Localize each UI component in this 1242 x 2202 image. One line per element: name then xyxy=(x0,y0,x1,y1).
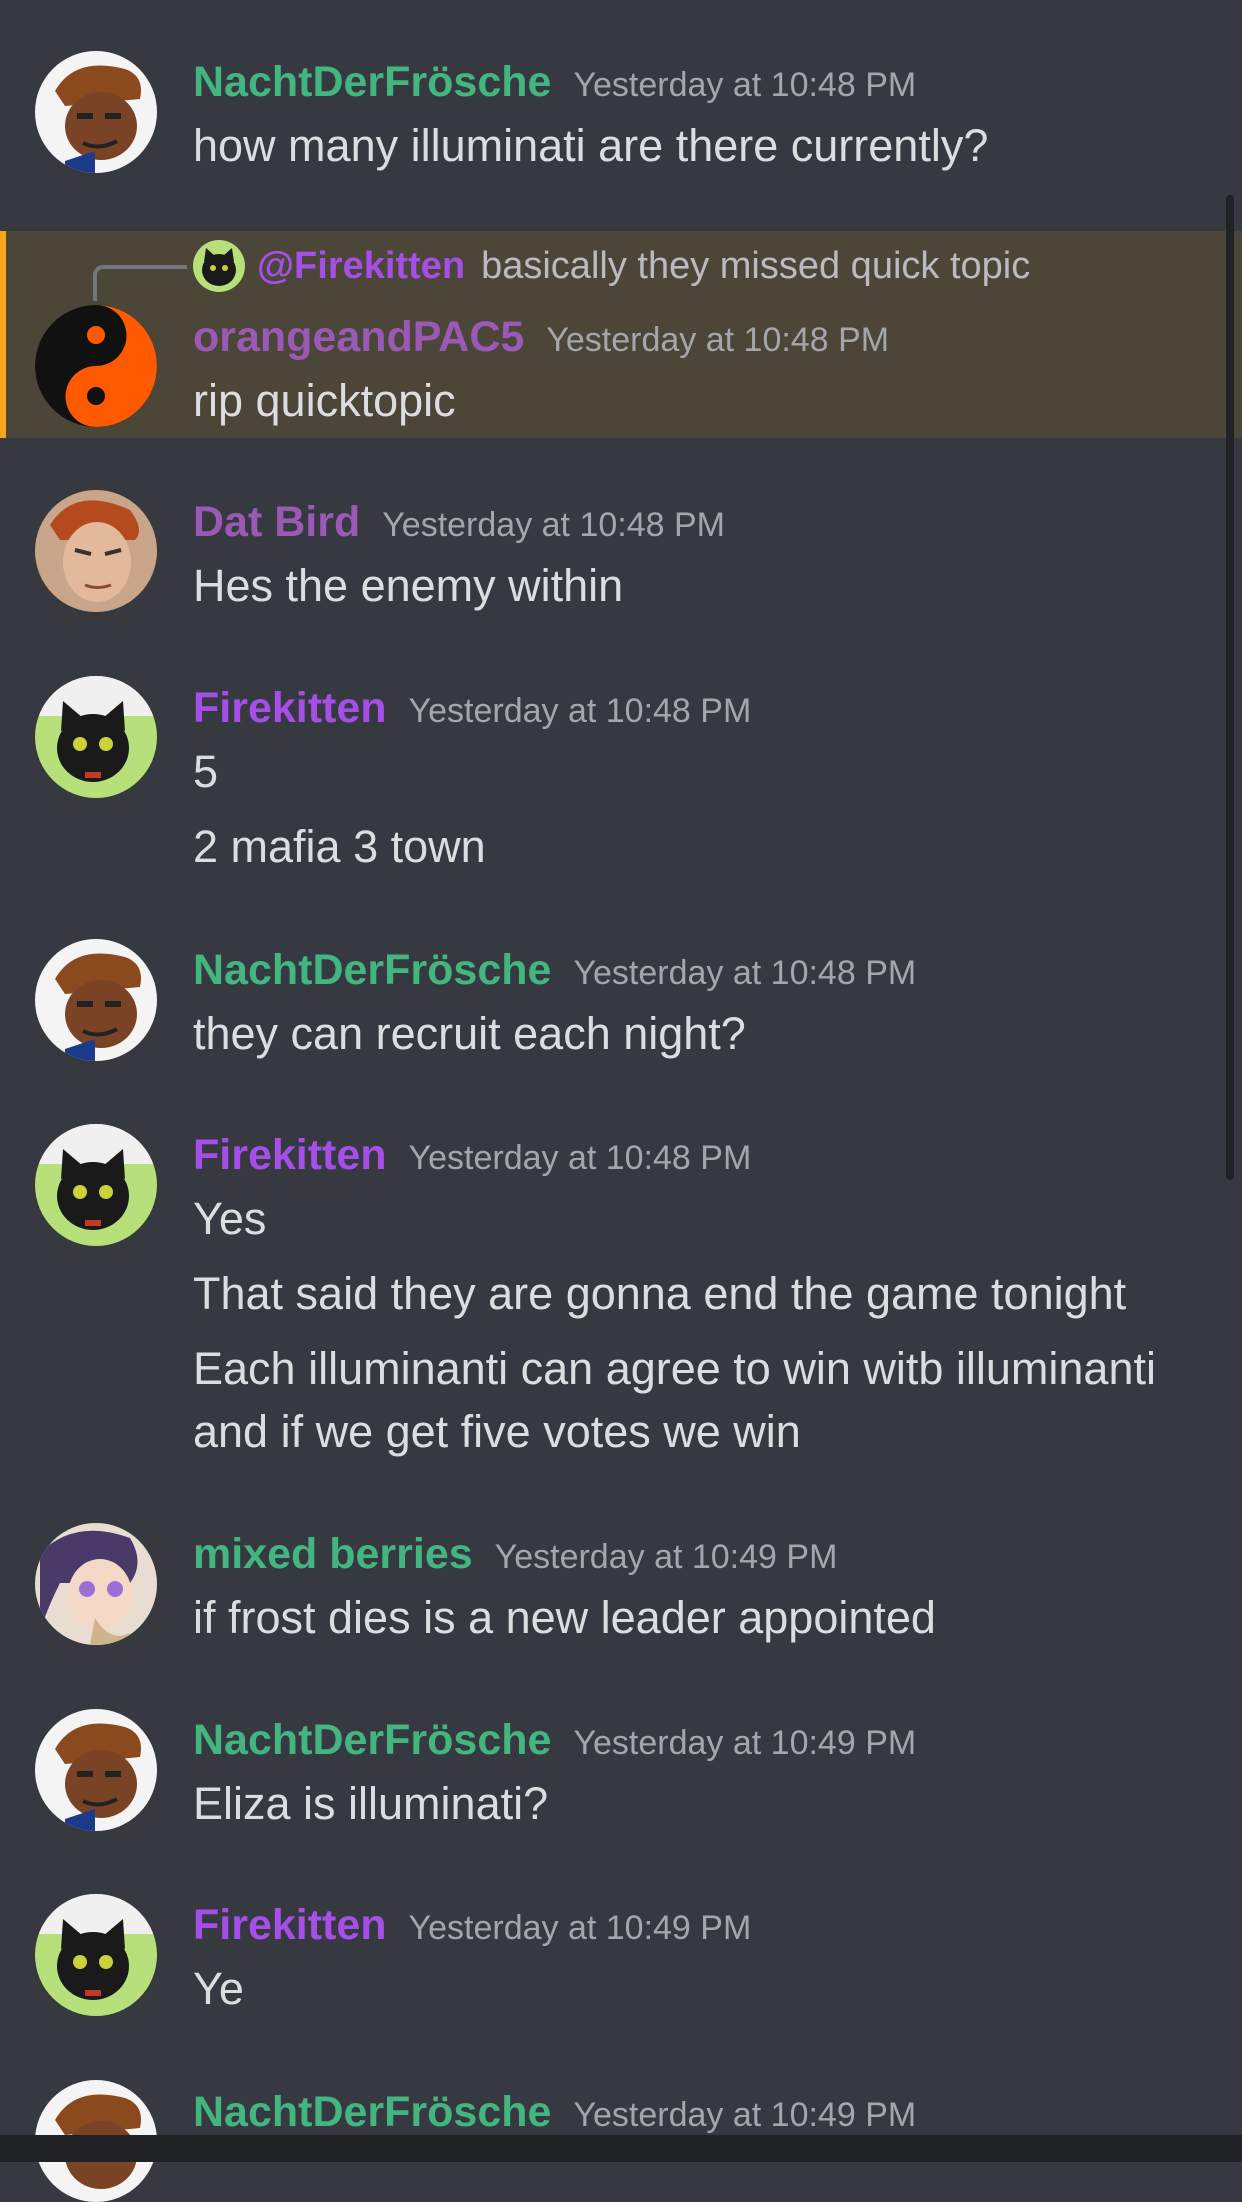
timestamp: Yesterday at 10:49 PM xyxy=(573,1724,917,1762)
message-text: That said they are gonna end the game to… xyxy=(193,1268,1127,1319)
message-text: 2 mafia 3 town xyxy=(193,821,486,872)
reply-spine xyxy=(93,265,187,301)
username[interactable]: NachtDerFrösche xyxy=(193,946,551,994)
avatar[interactable] xyxy=(35,305,157,427)
username[interactable]: NachtDerFrösche xyxy=(193,2088,551,2136)
avatar[interactable] xyxy=(35,490,157,612)
message-text: Each illuminanti can agree to win witb i… xyxy=(193,1343,1156,1394)
avatar[interactable] xyxy=(35,1523,157,1645)
reply-text: basically they missed quick topic xyxy=(481,244,1031,287)
avatar[interactable] xyxy=(35,1709,157,1831)
message-text: Eliza is illuminati? xyxy=(193,1778,549,1829)
message-text: Hes the enemy within xyxy=(193,560,624,611)
username[interactable]: Firekitten xyxy=(193,1901,387,1949)
avatar[interactable] xyxy=(35,1124,157,1246)
message-text: Yes xyxy=(193,1193,267,1244)
avatar[interactable] xyxy=(35,676,157,798)
username[interactable]: mixed berries xyxy=(193,1530,473,1578)
username[interactable]: Firekitten xyxy=(193,684,387,732)
message-text: and if we get five votes we win xyxy=(193,1406,801,1457)
timestamp: Yesterday at 10:48 PM xyxy=(573,66,917,104)
scrollbar[interactable] xyxy=(1226,195,1234,1180)
username[interactable]: NachtDerFrösche xyxy=(193,1716,551,1764)
avatar[interactable] xyxy=(35,51,157,173)
message-text: Ye xyxy=(193,1963,244,2014)
timestamp: Yesterday at 10:49 PM xyxy=(408,1909,752,1947)
message-text: rip quicktopic xyxy=(193,375,456,426)
bottom-bar xyxy=(0,2135,1242,2162)
username[interactable]: NachtDerFrösche xyxy=(193,58,551,106)
timestamp: Yesterday at 10:48 PM xyxy=(546,321,890,359)
reply-avatar xyxy=(193,240,245,292)
username[interactable]: orangeandPAC5 xyxy=(193,313,524,361)
mention-highlight-bar xyxy=(0,231,6,438)
timestamp: Yesterday at 10:48 PM xyxy=(573,954,917,992)
avatar[interactable] xyxy=(35,1894,157,2016)
timestamp: Yesterday at 10:49 PM xyxy=(573,2096,917,2134)
timestamp: Yesterday at 10:48 PM xyxy=(408,692,752,730)
reply-preview[interactable]: @Firekitten basically they missed quick … xyxy=(193,240,1030,292)
message-text: how many illuminati are there currently? xyxy=(193,120,989,171)
message-text: 5 xyxy=(193,746,219,797)
message-text: they can recruit each night? xyxy=(193,1008,746,1059)
avatar[interactable] xyxy=(35,939,157,1061)
timestamp: Yesterday at 10:48 PM xyxy=(382,506,725,544)
username[interactable]: Firekitten xyxy=(193,1131,387,1179)
reply-mention[interactable]: @Firekitten xyxy=(257,245,465,288)
timestamp: Yesterday at 10:48 PM xyxy=(408,1139,752,1177)
timestamp: Yesterday at 10:49 PM xyxy=(494,1538,838,1576)
message-text: if frost dies is a new leader appointed xyxy=(193,1592,936,1643)
username[interactable]: Dat Bird xyxy=(193,498,360,546)
